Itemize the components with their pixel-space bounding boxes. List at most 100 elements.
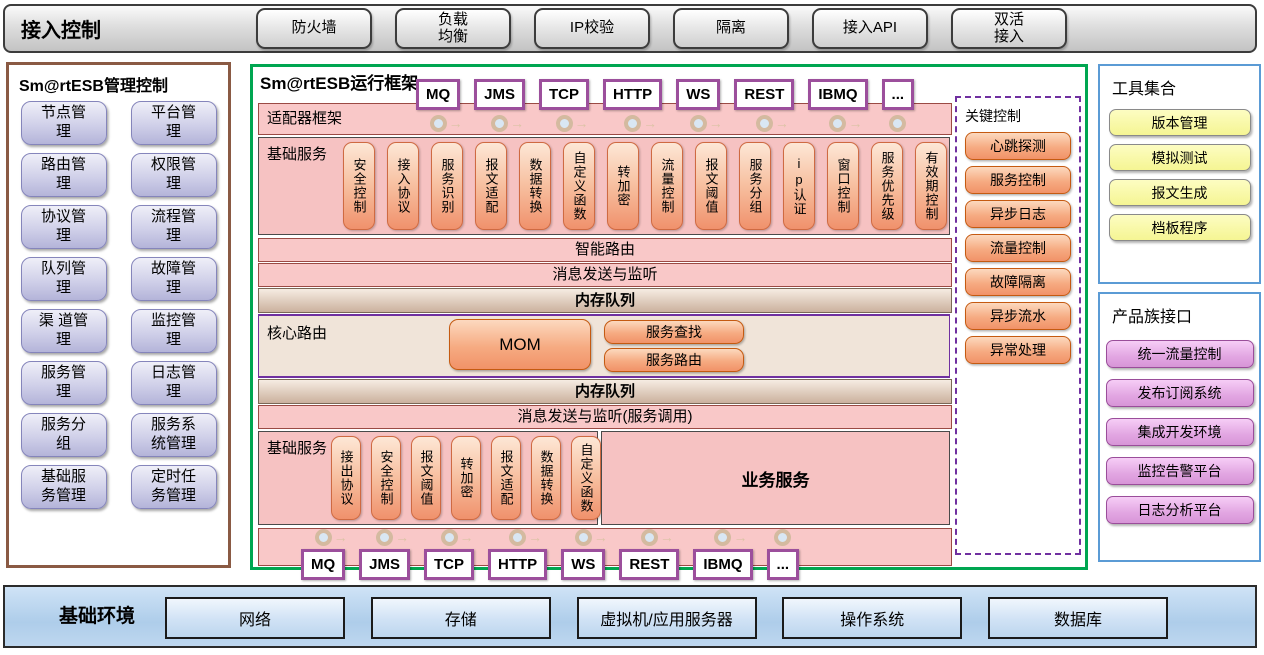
os-button[interactable]: 操作系统: [782, 597, 962, 639]
protocol-ws[interactable]: WS: [676, 79, 720, 110]
protocol-node: WS: [561, 529, 605, 580]
service-lookup-button[interactable]: 服务查找: [604, 320, 744, 344]
vm-appserver-button[interactable]: 虚拟机/应用服务器: [577, 597, 757, 639]
message-adapt-button[interactable]: 报文适配: [491, 436, 521, 520]
product-family-title: 产品族接口: [1100, 294, 1259, 329]
protocol-node: MQ: [416, 79, 460, 132]
log-mgmt-button[interactable]: 日志管 理: [131, 361, 217, 405]
heartbeat-detect-button[interactable]: 心跳探测: [965, 132, 1071, 160]
custom-function-button[interactable]: 自定义函数: [571, 436, 601, 520]
esb-management-title: Sm@rtESB管理控制: [9, 65, 228, 99]
core-routing-label: 核心路由: [267, 322, 327, 343]
protocol-rest[interactable]: REST: [619, 549, 679, 580]
mom-button[interactable]: MOM: [449, 319, 591, 370]
custom-function-button[interactable]: 自定义函数: [563, 142, 595, 230]
firewall-button[interactable]: 防火墙: [256, 8, 372, 49]
service-identify-button[interactable]: 服务识别: [431, 142, 463, 230]
database-button[interactable]: 数据库: [988, 597, 1168, 639]
access-api-button[interactable]: 接入API: [812, 8, 928, 49]
basic-services-bottom-label: 基础服务: [267, 437, 327, 458]
queue-mgmt-button[interactable]: 队列管 理: [21, 257, 107, 301]
protocol-mq[interactable]: MQ: [416, 79, 460, 110]
protocol-more[interactable]: ...: [882, 79, 915, 110]
node-mgmt-button[interactable]: 节点管 理: [21, 101, 107, 145]
ide-button[interactable]: 集成开发环境: [1106, 418, 1254, 446]
tools-panel: 工具集合 版本管理 模拟测试 报文生成 档板程序: [1098, 64, 1261, 284]
connector-circle-icon: [575, 529, 592, 546]
protocol-ws[interactable]: WS: [561, 549, 605, 580]
permission-mgmt-button[interactable]: 权限管 理: [131, 153, 217, 197]
message-threshold-button[interactable]: 报文阈值: [695, 142, 727, 230]
stub-program-button[interactable]: 档板程序: [1109, 214, 1251, 241]
service-group-button[interactable]: 服务分组: [739, 142, 771, 230]
monitor-mgmt-button[interactable]: 监控管 理: [131, 309, 217, 353]
esb-runtime-title: Sm@rtESB运行框架: [260, 69, 418, 94]
encrypt-button[interactable]: 转加密: [607, 142, 639, 230]
ip-auth-button[interactable]: ip认证: [783, 142, 815, 230]
protocol-node: ...: [767, 529, 800, 580]
protocol-tcp[interactable]: TCP: [424, 549, 474, 580]
basic-service-mgmt-button[interactable]: 基础服 务管理: [21, 465, 107, 509]
access-protocol-button[interactable]: 接入协议: [387, 142, 419, 230]
async-log-button[interactable]: 异步日志: [965, 200, 1071, 228]
data-transform-button[interactable]: 数据转换: [519, 142, 551, 230]
validity-control-button[interactable]: 有效期控制: [915, 142, 947, 230]
protocol-node: HTTP: [603, 79, 662, 132]
storage-button[interactable]: 存储: [371, 597, 551, 639]
log-analysis-platform-button[interactable]: 日志分析平台: [1106, 496, 1254, 524]
protocol-ibmq[interactable]: IBMQ: [693, 549, 752, 580]
window-control-button[interactable]: 窗口控制: [827, 142, 859, 230]
protocol-node: WS: [676, 79, 720, 132]
message-dispatch-service-call-bar: 消息发送与监听(服务调用): [258, 405, 952, 429]
mock-test-button[interactable]: 模拟测试: [1109, 144, 1251, 171]
pubsub-system-button[interactable]: 发布订阅系统: [1106, 379, 1254, 407]
message-generate-button[interactable]: 报文生成: [1109, 179, 1251, 206]
channel-mgmt-button[interactable]: 渠 道管 理: [21, 309, 107, 353]
service-route-button[interactable]: 服务路由: [604, 348, 744, 372]
service-system-mgmt-button[interactable]: 服务系 统管理: [131, 413, 217, 457]
flow-control-button[interactable]: 流量控制: [965, 234, 1071, 262]
async-flow-button[interactable]: 异步流水: [965, 302, 1071, 330]
unified-flow-control-button[interactable]: 统一流量控制: [1106, 340, 1254, 368]
protocol-tcp[interactable]: TCP: [539, 79, 589, 110]
service-mgmt-button[interactable]: 服务管 理: [21, 361, 107, 405]
process-mgmt-button[interactable]: 流程管 理: [131, 205, 217, 249]
protocol-more[interactable]: ...: [767, 549, 800, 580]
fault-mgmt-button[interactable]: 故障管 理: [131, 257, 217, 301]
network-button[interactable]: 网络: [165, 597, 345, 639]
isolation-button[interactable]: 隔离: [673, 8, 789, 49]
encrypt-button[interactable]: 转加密: [451, 436, 481, 520]
service-priority-button[interactable]: 服务优先级: [871, 142, 903, 230]
fault-isolation-button[interactable]: 故障隔离: [965, 268, 1071, 296]
security-control-button[interactable]: 安全控制: [371, 436, 401, 520]
protocol-jms[interactable]: JMS: [359, 549, 410, 580]
version-mgmt-button[interactable]: 版本管理: [1109, 109, 1251, 136]
message-adapt-button[interactable]: 报文适配: [475, 142, 507, 230]
load-balance-button[interactable]: 负载 均衡: [395, 8, 511, 49]
protocol-node: REST: [734, 79, 794, 132]
protocol-mq[interactable]: MQ: [301, 549, 345, 580]
message-threshold-button[interactable]: 报文阈值: [411, 436, 441, 520]
outbound-protocol-button[interactable]: 接出协议: [331, 436, 361, 520]
timed-task-mgmt-button[interactable]: 定时任 务管理: [131, 465, 217, 509]
dual-active-button[interactable]: 双活 接入: [951, 8, 1067, 49]
flow-control-button[interactable]: 流量控制: [651, 142, 683, 230]
monitor-alert-platform-button[interactable]: 监控告警平台: [1106, 457, 1254, 485]
protocol-node: REST: [619, 529, 679, 580]
protocol-http[interactable]: HTTP: [603, 79, 662, 110]
protocol-mgmt-button[interactable]: 协议管 理: [21, 205, 107, 249]
ip-check-button[interactable]: IP校验: [534, 8, 650, 49]
protocol-ibmq[interactable]: IBMQ: [808, 79, 867, 110]
protocol-jms[interactable]: JMS: [474, 79, 525, 110]
memory-queue-bar-2: 内存队列: [258, 379, 952, 404]
route-mgmt-button[interactable]: 路由管 理: [21, 153, 107, 197]
data-transform-button[interactable]: 数据转换: [531, 436, 561, 520]
platform-mgmt-button[interactable]: 平台管 理: [131, 101, 217, 145]
service-control-button[interactable]: 服务控制: [965, 166, 1071, 194]
connector-circle-icon: [509, 529, 526, 546]
protocol-http[interactable]: HTTP: [488, 549, 547, 580]
service-group-button[interactable]: 服务分 组: [21, 413, 107, 457]
exception-handling-button[interactable]: 异常处理: [965, 336, 1071, 364]
protocol-rest[interactable]: REST: [734, 79, 794, 110]
security-control-button[interactable]: 安全控制: [343, 142, 375, 230]
